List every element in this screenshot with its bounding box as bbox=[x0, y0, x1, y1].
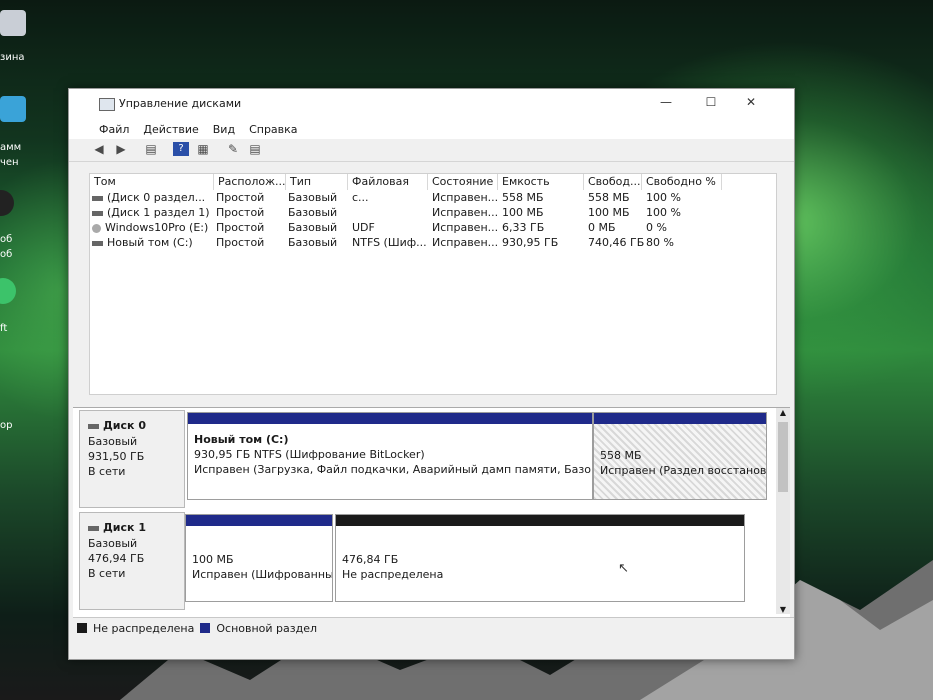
column-header[interactable]: Свободно % bbox=[642, 174, 722, 190]
legend-swatch-primary bbox=[200, 623, 211, 633]
disk-type: Базовый bbox=[88, 537, 138, 550]
table-row[interactable]: (Диск 1 раздел 1) Простой Базовый Исправ… bbox=[90, 206, 776, 221]
disk-state: В сети bbox=[88, 567, 126, 580]
column-header[interactable]: Том bbox=[90, 174, 214, 190]
disk-size: 931,50 ГБ bbox=[88, 450, 145, 463]
connect-icon[interactable]: ✎ bbox=[225, 142, 241, 156]
table-row[interactable]: (Диск 0 раздел... Простой Базовый Исправ… bbox=[90, 191, 776, 206]
toolbar: ◀ ▶ ▤ ? ▦ ✎ ▤ bbox=[69, 139, 794, 162]
volume-list: Том Располож... Тип Файловая с... Состоя… bbox=[89, 173, 777, 395]
partition-info: 930,95 ГБ NTFS (Шифрование BitLocker) bbox=[194, 448, 425, 461]
desktop-icon-label: зина bbox=[0, 52, 25, 63]
partition-status: Не распределена bbox=[342, 568, 444, 581]
desktop-icon-label: об об bbox=[0, 234, 13, 260]
view-icon[interactable]: ▦ bbox=[195, 142, 211, 156]
disk-management-icon bbox=[99, 98, 115, 111]
legend-label: Основной раздел bbox=[216, 621, 318, 635]
scroll-up-icon[interactable]: ▲ bbox=[776, 408, 790, 417]
menu-file[interactable]: Файл bbox=[99, 123, 129, 136]
disk-graphical-view: Диск 0 Базовый 931,50 ГБ В сети Новый то… bbox=[73, 407, 790, 620]
volume-icon bbox=[92, 195, 103, 201]
desktop-icon-label: амм чен bbox=[0, 142, 22, 168]
disk-1-label[interactable]: Диск 1 Базовый 476,94 ГБ В сети bbox=[79, 512, 185, 610]
partition-c[interactable]: Новый том (C:) 930,95 ГБ NTFS (Шифровани… bbox=[187, 412, 593, 500]
column-header[interactable]: Емкость bbox=[498, 174, 584, 190]
table-row[interactable]: Новый том (C:) Простой Базовый NTFS (Шиф… bbox=[90, 236, 776, 251]
partition-color-bar bbox=[594, 413, 766, 424]
column-header[interactable]: Располож... bbox=[214, 174, 286, 190]
disk-name: Диск 0 bbox=[103, 419, 146, 432]
recycle-bin-icon[interactable] bbox=[0, 10, 26, 36]
desktop-icon-label: ор bbox=[0, 420, 13, 431]
scroll-thumb[interactable] bbox=[778, 422, 788, 492]
partition-title: Новый том (C:) bbox=[194, 433, 289, 446]
disk-view-scrollbar[interactable]: ▲ ▼ bbox=[776, 408, 790, 614]
volume-icon bbox=[92, 210, 103, 216]
partition-status: Исправен (Шифрованны bbox=[192, 568, 333, 581]
table-row[interactable]: Windows10Pro (E:) Простой Базовый UDF Ис… bbox=[90, 221, 776, 236]
properties-icon[interactable]: ▤ bbox=[143, 142, 159, 156]
scroll-down-icon[interactable]: ▼ bbox=[776, 605, 790, 614]
disk-management-window: Управление дисками — ☐ ✕ Файл Действие В… bbox=[68, 88, 795, 660]
menu-help[interactable]: Справка bbox=[249, 123, 297, 136]
title-bar[interactable]: Управление дисками — ☐ ✕ bbox=[69, 89, 794, 119]
cd-drive-icon bbox=[92, 223, 101, 233]
mouse-cursor-icon: ↖ bbox=[618, 561, 629, 576]
help-icon[interactable]: ? bbox=[173, 142, 189, 156]
menu-action[interactable]: Действие bbox=[143, 123, 198, 136]
legend: Не распределена Основной раздел bbox=[73, 617, 794, 638]
minimize-button[interactable]: — bbox=[654, 95, 678, 111]
column-header[interactable]: Тип bbox=[286, 174, 348, 190]
partition-status: Исправен (Загрузка, Файл подкачки, Авари… bbox=[194, 463, 593, 476]
window-title: Управление дисками bbox=[119, 97, 242, 110]
partition-info: 476,84 ГБ bbox=[342, 553, 399, 566]
column-header[interactable]: Файловая с... bbox=[348, 174, 428, 204]
partition-info: 100 МБ bbox=[192, 553, 234, 566]
disk-name: Диск 1 bbox=[103, 521, 146, 534]
partition-recovery[interactable]: 558 МБ Исправен (Раздел восстановлен bbox=[593, 412, 767, 500]
partition-color-bar bbox=[188, 413, 592, 424]
forward-icon[interactable]: ▶ bbox=[113, 142, 129, 156]
disk-icon bbox=[88, 423, 99, 429]
volume-icon bbox=[92, 240, 103, 246]
legend-swatch-unallocated bbox=[77, 623, 87, 633]
disk-size: 476,94 ГБ bbox=[88, 552, 145, 565]
partition-status: Исправен (Раздел восстановлен bbox=[600, 464, 767, 477]
menu-bar: Файл Действие Вид Справка bbox=[69, 119, 794, 139]
partition-unallocated[interactable]: 476,84 ГБ Не распределена ↖ bbox=[335, 514, 745, 602]
partition-disk1-1[interactable]: 100 МБ Исправен (Шифрованны bbox=[185, 514, 333, 602]
disk-type: Базовый bbox=[88, 435, 138, 448]
program-icon[interactable] bbox=[0, 96, 26, 122]
column-header[interactable]: Свобод... bbox=[584, 174, 642, 190]
partition-info: 558 МБ bbox=[600, 449, 642, 462]
disk-0-label[interactable]: Диск 0 Базовый 931,50 ГБ В сети bbox=[79, 410, 185, 508]
back-icon[interactable]: ◀ bbox=[91, 142, 107, 156]
close-button[interactable]: ✕ bbox=[739, 95, 763, 111]
disk-icon bbox=[88, 525, 99, 531]
column-header[interactable]: Состояние bbox=[428, 174, 498, 190]
desktop-icon-label: ft bbox=[0, 323, 8, 334]
partition-color-bar bbox=[186, 515, 332, 526]
menu-view[interactable]: Вид bbox=[213, 123, 235, 136]
partition-color-bar bbox=[336, 515, 744, 526]
maximize-button[interactable]: ☐ bbox=[699, 95, 723, 111]
legend-label: Не распределена bbox=[93, 621, 195, 635]
settings-icon[interactable]: ▤ bbox=[247, 142, 263, 156]
disk-state: В сети bbox=[88, 465, 126, 478]
